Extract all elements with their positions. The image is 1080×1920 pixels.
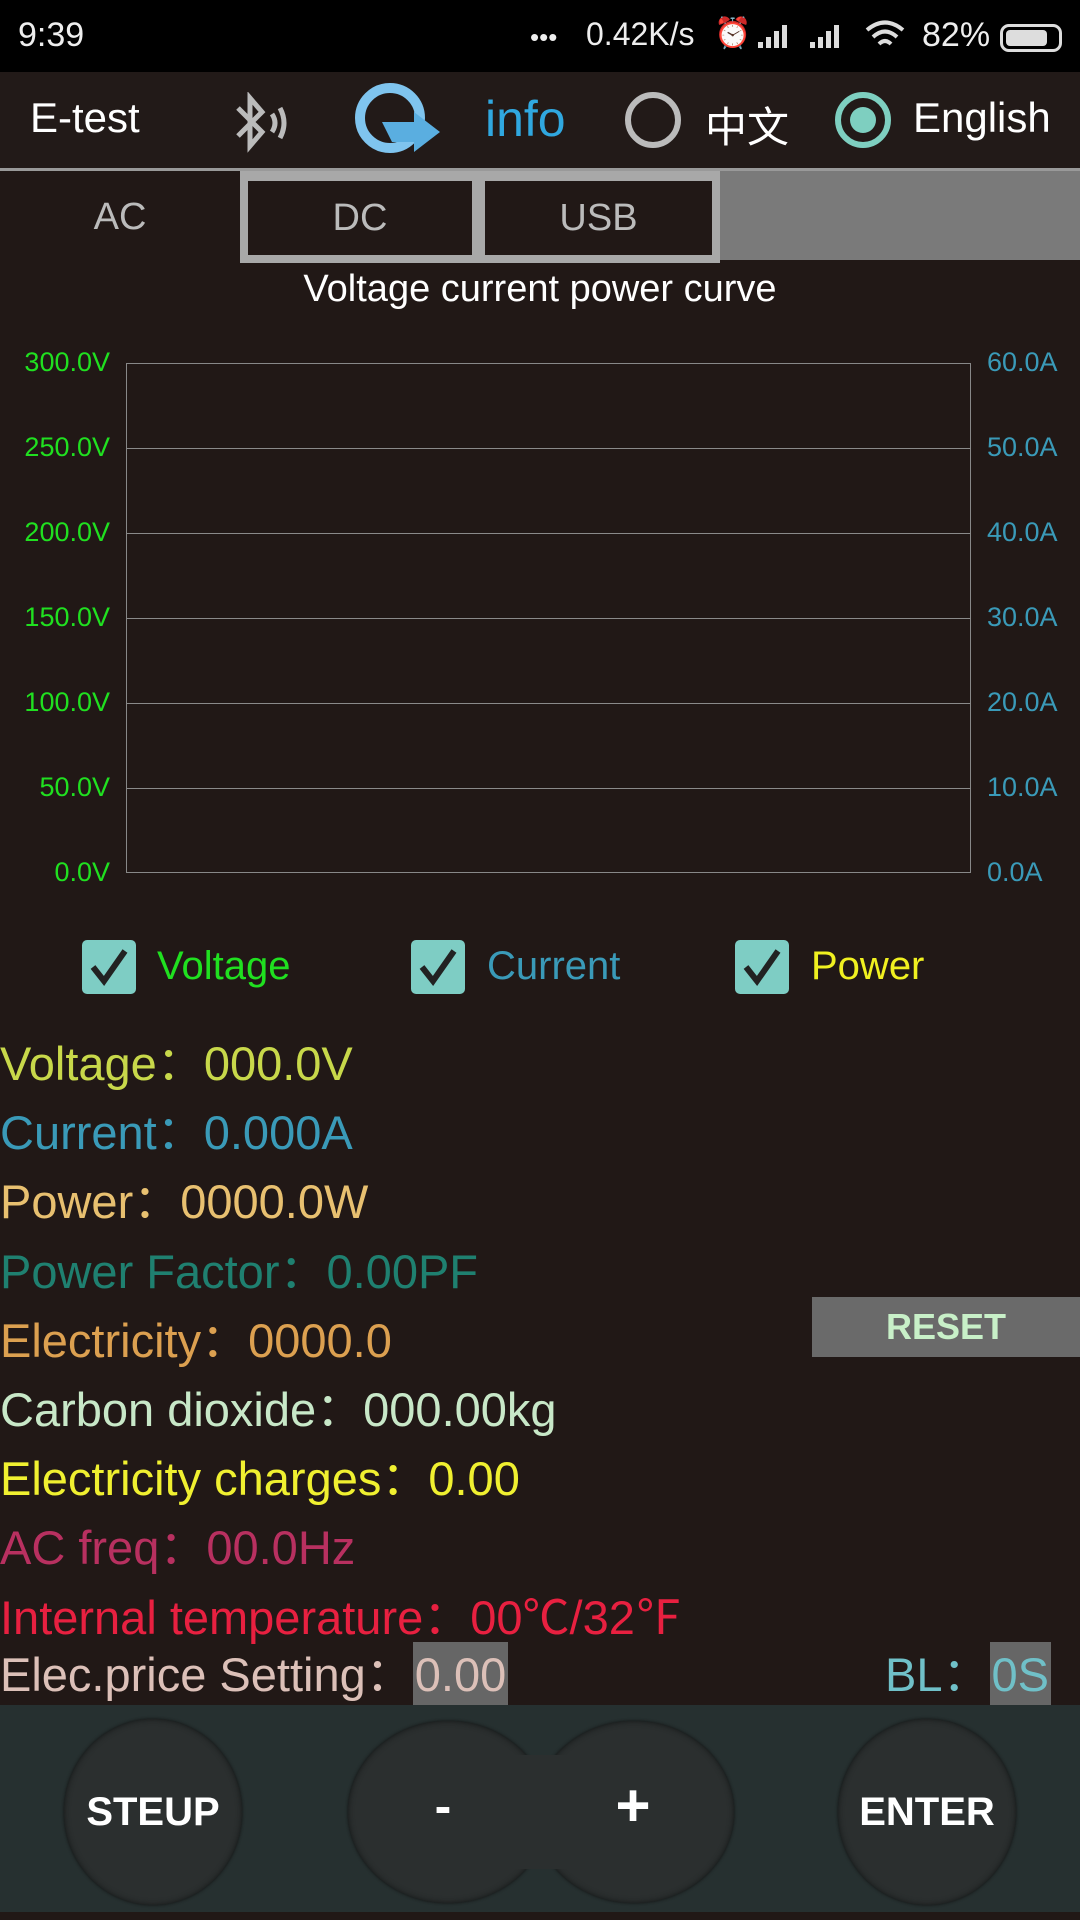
y-left-tick-label: 150.0V — [24, 602, 110, 632]
reading-label: Power — [0, 1175, 134, 1229]
price-label: Elec.price Setting — [0, 1648, 366, 1701]
y-right-tick-label: 60.0A — [987, 347, 1058, 377]
gridline — [126, 788, 971, 789]
price-input[interactable]: 0.00 — [412, 1642, 509, 1707]
reading-label: Electricity — [0, 1313, 202, 1367]
more-icon: ••• — [530, 22, 558, 52]
battery-icon — [1000, 24, 1062, 52]
gridline — [126, 533, 971, 534]
y-left-tick-label: 0.0V — [54, 857, 110, 887]
reading-label: Carbon dioxide — [0, 1383, 317, 1436]
check-icon — [743, 949, 781, 987]
y-right-tick-label: 10.0A — [987, 772, 1058, 802]
y-left-tick-label: 50.0V — [39, 772, 110, 802]
gridline — [126, 703, 971, 704]
y-left-tick-label: 250.0V — [24, 432, 110, 462]
gridline — [126, 448, 971, 449]
backlight-setting: BL：0S — [885, 1636, 1051, 1707]
y-right-tick-label: 0.0A — [987, 857, 1043, 887]
bluetooth-icon[interactable] — [228, 92, 292, 154]
radio-chinese[interactable] — [625, 92, 681, 148]
reading-value: 00.0Hz — [206, 1521, 356, 1575]
reading-row: Electricity charges：0.00 — [0, 1452, 520, 1506]
reading-value: 0000.0W — [180, 1175, 369, 1229]
tab-bar: AC DC USB — [0, 168, 1080, 263]
y-left-tick-label: 100.0V — [24, 687, 110, 717]
reading-label: Current — [0, 1106, 157, 1160]
bl-input[interactable]: 0S — [989, 1642, 1051, 1707]
label-english[interactable]: English — [913, 94, 1051, 142]
tab-dc[interactable]: DC — [240, 171, 480, 263]
reading-value: 0.00 — [428, 1452, 520, 1506]
y-right-tick-label: 50.0A — [987, 432, 1058, 462]
info-link[interactable]: info — [485, 90, 566, 148]
setup-button[interactable]: STEUP — [64, 1719, 242, 1905]
reading-row: Power Factor：0.00PF — [0, 1244, 479, 1298]
reading-label: AC freq — [0, 1521, 160, 1575]
power-checkbox[interactable] — [735, 940, 789, 994]
y-right-tick-label: 40.0A — [987, 517, 1058, 547]
y-left-tick-label: 200.0V — [24, 517, 110, 547]
minus-plus-pad: - + — [348, 1721, 734, 1903]
wifi-icon — [865, 20, 905, 46]
reading-row: Carbon dioxide：000.00kg — [0, 1383, 557, 1436]
check-icon — [419, 949, 457, 987]
reading-label: Voltage — [0, 1037, 157, 1090]
clock: 9:39 — [18, 16, 85, 54]
reading-value: 0.00PF — [326, 1244, 479, 1298]
voltage-legend-label[interactable]: Voltage — [157, 944, 290, 989]
check-icon — [90, 949, 128, 987]
chart-title: Voltage current power curve — [303, 268, 777, 310]
reading-label: Electricity charges — [0, 1452, 382, 1506]
minus-button[interactable]: - — [398, 1777, 488, 1847]
gridline — [126, 618, 971, 619]
tab-usb[interactable]: USB — [477, 171, 720, 263]
refresh-icon[interactable] — [352, 82, 448, 158]
net-speed: 0.42K/s — [586, 16, 695, 52]
reading-row: Voltage：000.0V — [0, 1037, 353, 1090]
power-legend-label[interactable]: Power — [811, 944, 924, 989]
label-chinese[interactable]: 中文 — [705, 94, 789, 155]
enter-button[interactable]: ENTER — [838, 1719, 1016, 1905]
reading-row: AC freq：00.0Hz — [0, 1521, 356, 1575]
reading-label: Power Factor — [0, 1244, 280, 1298]
bl-label: BL — [885, 1648, 943, 1701]
plus-button[interactable]: + — [588, 1771, 678, 1851]
current-legend-label[interactable]: Current — [487, 944, 620, 989]
current-checkbox[interactable] — [411, 940, 465, 994]
reading-row: Current：0.000A — [0, 1106, 353, 1160]
reading-value: 0000.0 — [248, 1313, 392, 1367]
y-right-tick-label: 20.0A — [987, 687, 1058, 717]
y-right-tick-label: 30.0A — [987, 602, 1058, 632]
voltage-checkbox[interactable] — [82, 940, 136, 994]
signal-icon — [758, 25, 839, 48]
reset-button[interactable]: RESET — [812, 1297, 1080, 1357]
reading-value: 000.00kg — [363, 1383, 557, 1436]
price-setting: Elec.price Setting：0.00 — [0, 1636, 509, 1707]
reading-value: 0.000A — [203, 1106, 353, 1160]
control-panel: STEUP - + ENTER — [0, 1705, 1080, 1912]
radio-english[interactable] — [835, 92, 891, 148]
battery-percent: 82% — [922, 16, 991, 54]
alarm-icon: ⏰ — [714, 17, 752, 50]
reading-row: Power：0000.0W — [0, 1175, 369, 1229]
y-left-tick-label: 300.0V — [24, 347, 110, 377]
app-title: E-test — [30, 94, 140, 141]
reading-row: Electricity：0000.0 — [0, 1313, 392, 1367]
status-bar: 9:39 ••• 0.42K/s ⏰ 82% — [0, 0, 1080, 72]
tab-ac[interactable]: AC — [0, 171, 240, 263]
reading-value: 000.0V — [203, 1037, 353, 1090]
header: E-test info 中文 English — [0, 72, 1080, 168]
